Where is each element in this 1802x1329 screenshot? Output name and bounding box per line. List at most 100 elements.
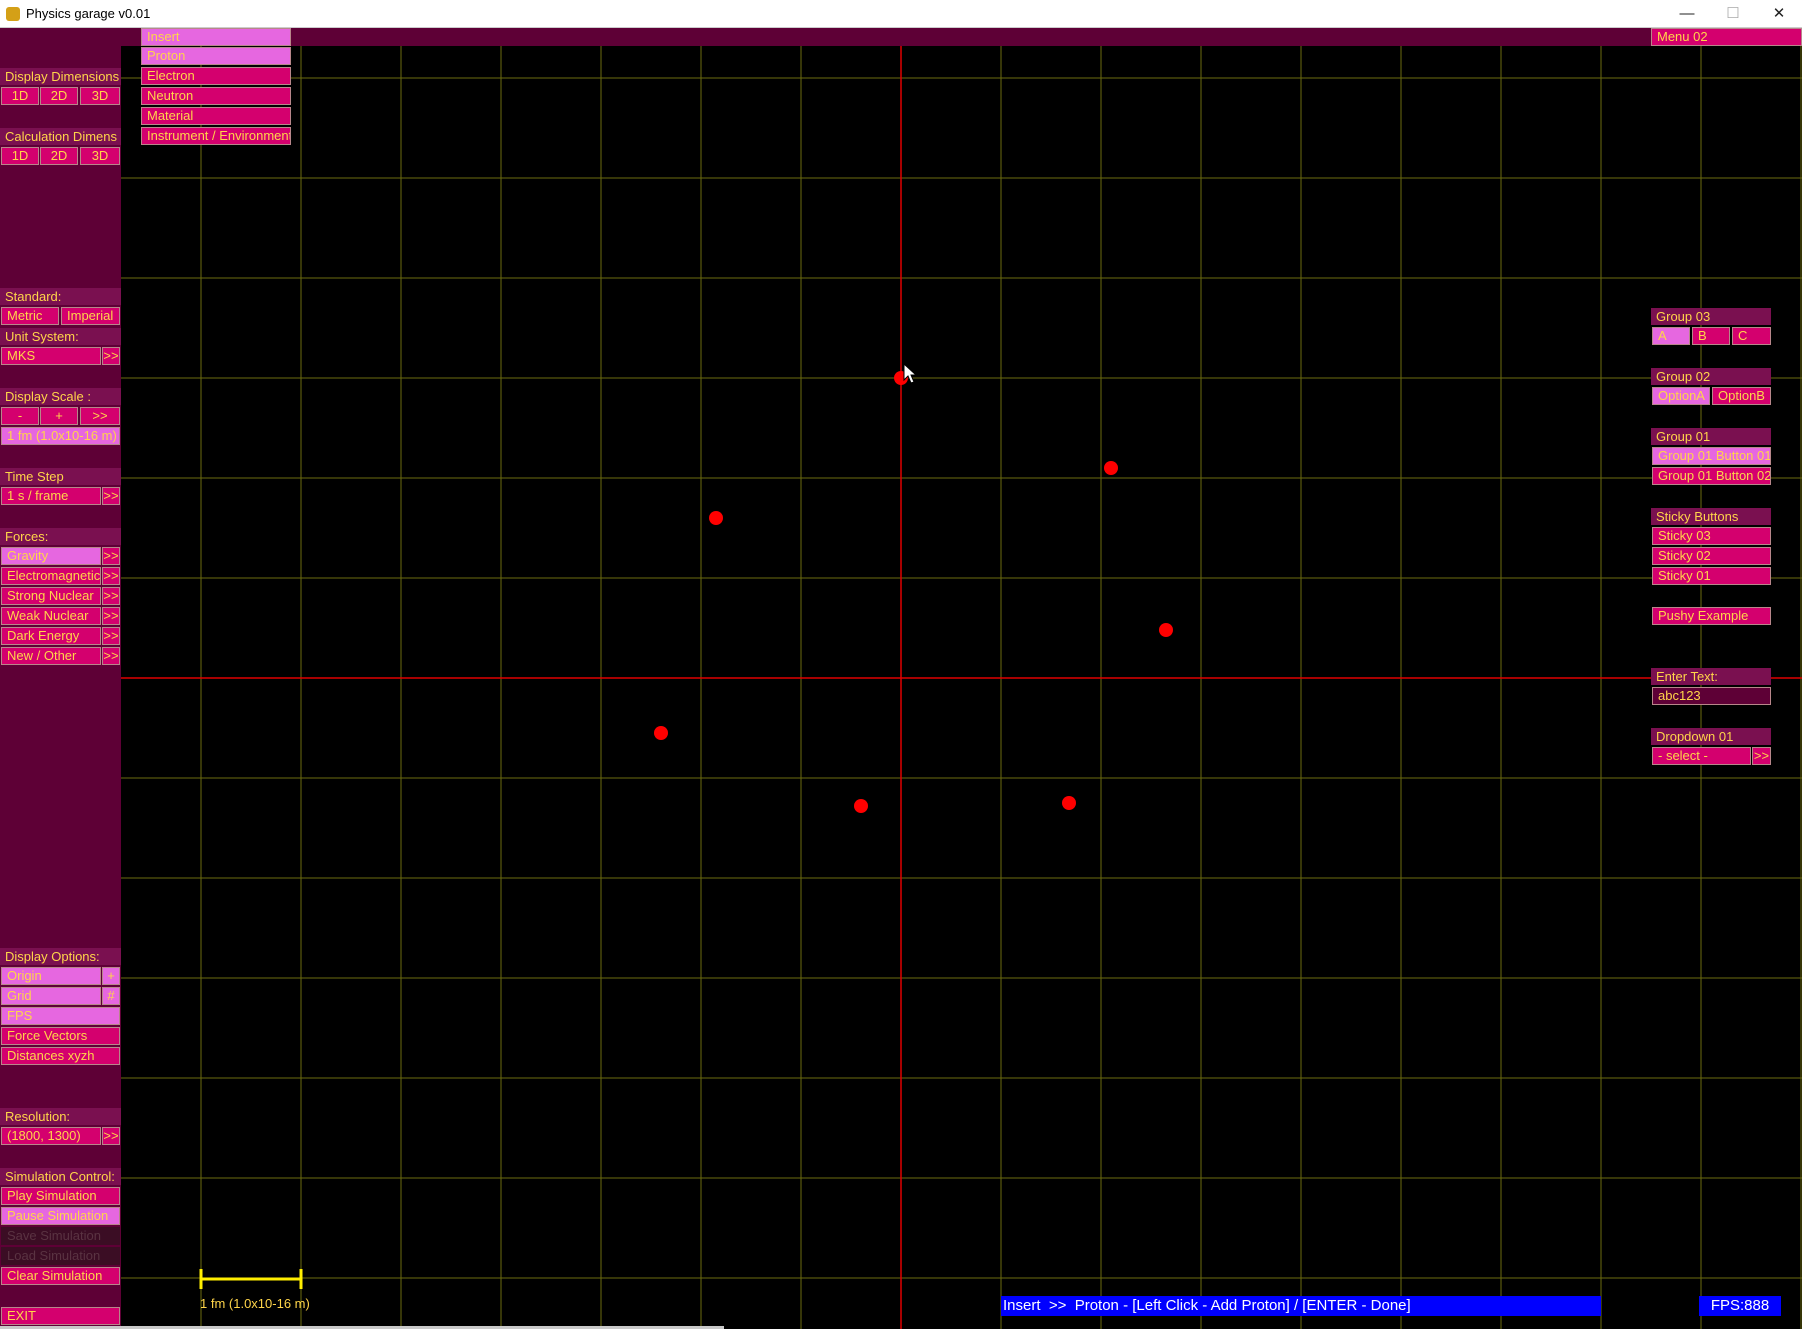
clear-simulation-button[interactable]: Clear Simulation	[1, 1267, 120, 1285]
insert-instrument-environment-button[interactable]: Instrument / Environment	[141, 127, 291, 145]
forces-label: Forces:	[0, 528, 121, 545]
force-new-other-more-button[interactable]: >>	[102, 647, 120, 665]
force-gravity-more-button[interactable]: >>	[102, 547, 120, 565]
exit-button[interactable]: EXIT	[1, 1307, 120, 1325]
force-dark-energy-button[interactable]: Dark Energy	[1, 627, 101, 645]
dropdown01-more-button[interactable]: >>	[1752, 747, 1771, 765]
group03-b-button[interactable]: B	[1692, 327, 1730, 345]
origin-plus-icon[interactable]: +	[102, 967, 120, 985]
proton-particle[interactable]	[1062, 796, 1076, 810]
pushy-example-button[interactable]: Pushy Example	[1652, 607, 1771, 625]
time-step-value[interactable]: 1 s / frame	[1, 487, 101, 505]
sticky03-button[interactable]: Sticky 03	[1652, 527, 1771, 545]
sticky02-button[interactable]: Sticky 02	[1652, 547, 1771, 565]
proton-particle[interactable]	[1104, 461, 1118, 475]
dropdown01-select[interactable]: - select -	[1652, 747, 1751, 765]
group01-button02[interactable]: Group 01 Button 02	[1652, 467, 1771, 485]
group03-a-button[interactable]: A	[1652, 327, 1690, 345]
scale-more-button[interactable]: >>	[80, 407, 120, 425]
unit-system-value[interactable]: MKS	[1, 347, 101, 365]
maximize-button[interactable]: ☐	[1710, 0, 1756, 28]
display-fps-button[interactable]: FPS	[1, 1007, 120, 1025]
display-options-label: Display Options:	[0, 948, 121, 965]
display-grid-button[interactable]: Grid	[1, 987, 101, 1005]
insert-menu-header[interactable]: Insert	[141, 28, 291, 46]
grid-hash-icon[interactable]: #	[102, 987, 120, 1005]
display-force-vectors-button[interactable]: Force Vectors	[1, 1027, 120, 1045]
display-scale-value: 1 fm (1.0x10-16 m)	[1, 427, 120, 445]
force-electromagnetic-more-button[interactable]: >>	[102, 567, 120, 585]
simulation-canvas[interactable]	[121, 46, 1802, 1329]
group01-label: Group 01	[1651, 428, 1771, 445]
force-dark-energy-more-button[interactable]: >>	[102, 627, 120, 645]
calculation-dimensions-label: Calculation Dimens	[0, 128, 121, 145]
display-dim-1d-button[interactable]: 1D	[1, 87, 39, 105]
standard-imperial-button[interactable]: Imperial	[61, 307, 120, 325]
insert-electron-button[interactable]: Electron	[141, 67, 291, 85]
scale-bar	[199, 1269, 303, 1289]
scale-plus-button[interactable]: +	[40, 407, 78, 425]
time-step-label: Time Step	[0, 468, 121, 485]
standard-metric-button[interactable]: Metric	[1, 307, 59, 325]
display-dim-2d-button[interactable]: 2D	[40, 87, 78, 105]
grid	[121, 46, 1802, 1329]
sticky-buttons-label: Sticky Buttons	[1651, 508, 1771, 525]
display-origin-button[interactable]: Origin	[1, 967, 101, 985]
standard-label: Standard:	[0, 288, 121, 305]
group03-label: Group 03	[1651, 308, 1771, 325]
group03-c-button[interactable]: C	[1732, 327, 1771, 345]
force-strong-nuclear-more-button[interactable]: >>	[102, 587, 120, 605]
proton-particle[interactable]	[854, 799, 868, 813]
calc-dim-3d-button[interactable]: 3D	[80, 147, 120, 165]
unit-system-label: Unit System:	[0, 328, 121, 345]
group02-option-a-button[interactable]: OptionA	[1652, 387, 1710, 405]
particles	[654, 371, 1173, 813]
close-button[interactable]: ✕	[1756, 0, 1802, 28]
pause-simulation-button[interactable]: Pause Simulation	[1, 1207, 120, 1225]
scale-bar-label: 1 fm (1.0x10-16 m)	[200, 1296, 310, 1311]
proton-particle[interactable]	[709, 511, 723, 525]
calc-dim-2d-button[interactable]: 2D	[40, 147, 78, 165]
force-weak-nuclear-button[interactable]: Weak Nuclear	[1, 607, 101, 625]
minimize-button[interactable]: —	[1664, 0, 1710, 28]
status-bar: Insert >> Proton - [Left Click - Add Pro…	[1001, 1296, 1601, 1316]
display-scale-label: Display Scale :	[0, 388, 121, 405]
force-strong-nuclear-button[interactable]: Strong Nuclear	[1, 587, 101, 605]
app-icon	[6, 7, 20, 21]
force-gravity-button[interactable]: Gravity	[1, 547, 101, 565]
proton-particle[interactable]	[1159, 623, 1173, 637]
force-weak-nuclear-more-button[interactable]: >>	[102, 607, 120, 625]
simulation-control-label: Simulation Control:	[0, 1168, 121, 1185]
resolution-label: Resolution:	[0, 1108, 121, 1125]
fps-counter: FPS:888	[1699, 1296, 1781, 1316]
display-distances-button[interactable]: Distances xyzh	[1, 1047, 120, 1065]
group02-label: Group 02	[1651, 368, 1771, 385]
simulation-plot[interactable]	[121, 46, 1802, 1329]
sticky01-button[interactable]: Sticky 01	[1652, 567, 1771, 585]
load-simulation-button: Load Simulation	[1, 1247, 120, 1265]
enter-text-input[interactable]: abc123	[1652, 687, 1771, 705]
calc-dim-1d-button[interactable]: 1D	[1, 147, 39, 165]
scale-minus-button[interactable]: -	[1, 407, 39, 425]
insert-material-button[interactable]: Material	[141, 107, 291, 125]
save-simulation-button: Save Simulation	[1, 1227, 120, 1245]
time-step-more-button[interactable]: >>	[102, 487, 120, 505]
proton-particle[interactable]	[654, 726, 668, 740]
insert-neutron-button[interactable]: Neutron	[141, 87, 291, 105]
window-title-bar: Physics garage v0.01 — ☐ ✕	[0, 0, 1802, 28]
dropdown01-label: Dropdown 01	[1651, 728, 1771, 745]
display-dim-3d-button[interactable]: 3D	[80, 87, 120, 105]
display-dimensions-label: Display Dimensions	[0, 68, 121, 85]
window-title: Physics garage v0.01	[26, 6, 151, 21]
insert-proton-button[interactable]: Proton	[141, 47, 291, 65]
resolution-more-button[interactable]: >>	[102, 1127, 120, 1145]
force-new-other-button[interactable]: New / Other	[1, 647, 101, 665]
group02-option-b-button[interactable]: OptionB	[1712, 387, 1771, 405]
group01-button01[interactable]: Group 01 Button 01	[1652, 447, 1771, 465]
enter-text-label: Enter Text:	[1651, 668, 1771, 685]
play-simulation-button[interactable]: Play Simulation	[1, 1187, 120, 1205]
resolution-value[interactable]: (1800, 1300)	[1, 1127, 101, 1145]
unit-system-more-button[interactable]: >>	[102, 347, 120, 365]
force-electromagnetic-button[interactable]: Electromagnetic	[1, 567, 101, 585]
menu02-button[interactable]: Menu 02	[1651, 28, 1802, 46]
